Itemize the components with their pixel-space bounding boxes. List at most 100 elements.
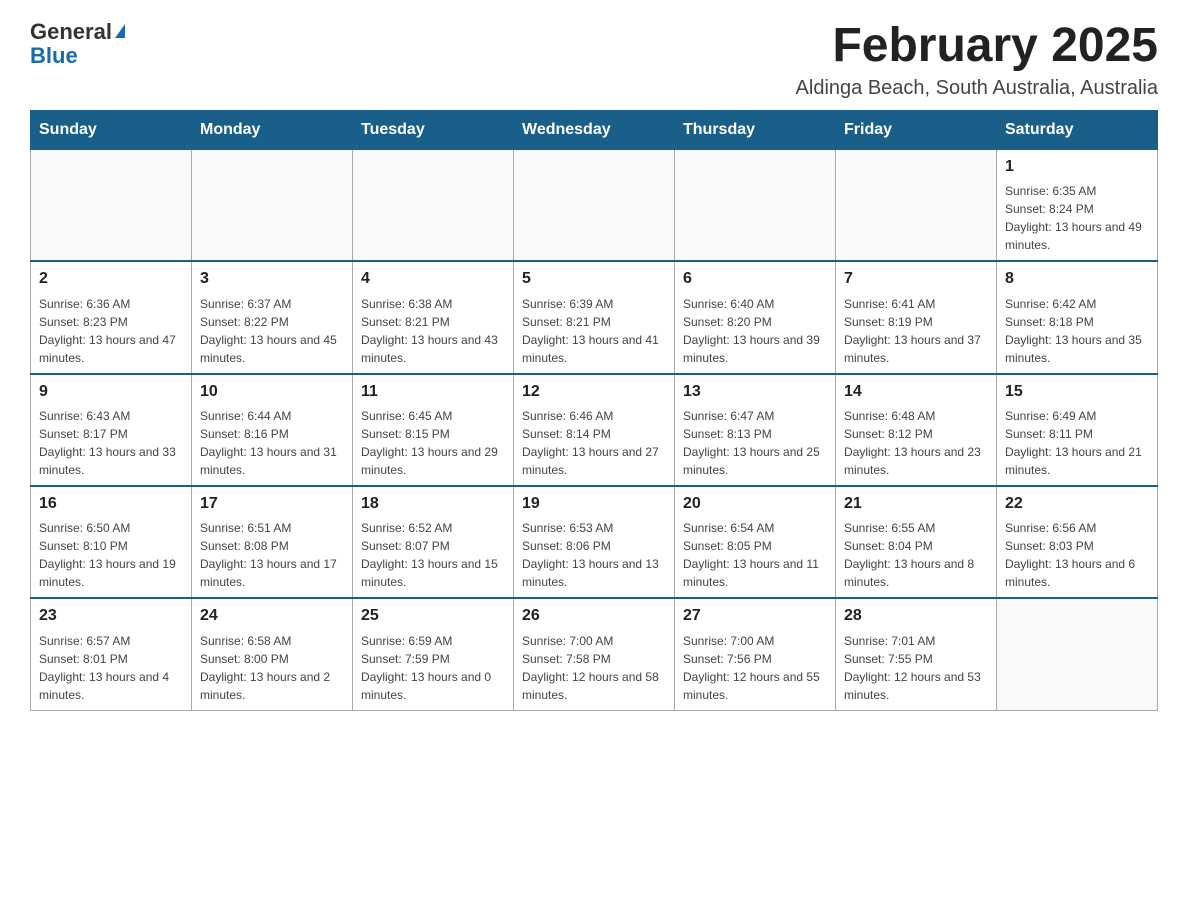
table-row: 16Sunrise: 6:50 AM Sunset: 8:10 PM Dayli…: [31, 486, 192, 598]
day-number: 23: [39, 605, 183, 627]
day-info: Sunrise: 6:57 AM Sunset: 8:01 PM Dayligh…: [39, 632, 183, 704]
table-row: [353, 149, 514, 261]
day-number: 11: [361, 381, 505, 403]
day-number: 28: [844, 605, 988, 627]
calendar-subtitle: Aldinga Beach, South Australia, Australi…: [796, 77, 1158, 100]
table-row: [836, 149, 997, 261]
day-info: Sunrise: 6:49 AM Sunset: 8:11 PM Dayligh…: [1005, 407, 1149, 479]
page-header: General Blue February 2025 Aldinga Beach…: [30, 20, 1158, 100]
day-info: Sunrise: 6:44 AM Sunset: 8:16 PM Dayligh…: [200, 407, 344, 479]
day-info: Sunrise: 6:56 AM Sunset: 8:03 PM Dayligh…: [1005, 519, 1149, 591]
table-row: 5 Sunrise: 6:39 AM Sunset: 8:21 PM Daylig…: [514, 261, 675, 373]
day-number: 9: [39, 381, 183, 403]
table-row: 10 Sunrise: 6:44 AM Sunset: 8:16 PM Dayli…: [192, 374, 353, 486]
day-info: Sunrise: 6:42 AM Sunset: 8:18 PM Dayligh…: [1005, 295, 1149, 367]
calendar-week-row: 23 Sunrise: 6:57 AM Sunset: 8:01 PM Dayli…: [31, 598, 1158, 710]
table-row: 27Sunrise: 7:00 AM Sunset: 7:56 PM Dayli…: [675, 598, 836, 710]
day-number: 13: [683, 381, 827, 403]
table-row: 6 Sunrise: 6:40 AM Sunset: 8:20 PM Daylig…: [675, 261, 836, 373]
day-info: Sunrise: 6:58 AM Sunset: 8:00 PM Dayligh…: [200, 632, 344, 704]
day-number: 25: [361, 605, 505, 627]
calendar-title: February 2025: [796, 20, 1158, 73]
day-info: Sunrise: 6:52 AM Sunset: 8:07 PM Dayligh…: [361, 519, 505, 591]
day-number: 19: [522, 493, 666, 515]
day-info: Sunrise: 6:51 AM Sunset: 8:08 PM Dayligh…: [200, 519, 344, 591]
table-row: [997, 598, 1158, 710]
day-number: 16: [39, 493, 183, 515]
day-number: 14: [844, 381, 988, 403]
header-sunday: Sunday: [31, 110, 192, 149]
table-row: 1 Sunrise: 6:35 AM Sunset: 8:24 PM Daylig…: [997, 149, 1158, 261]
day-number: 12: [522, 381, 666, 403]
table-row: 19 Sunrise: 6:53 AM Sunset: 8:06 PM Dayli…: [514, 486, 675, 598]
header-tuesday: Tuesday: [353, 110, 514, 149]
day-info: Sunrise: 7:00 AM Sunset: 7:56 PM Dayligh…: [683, 632, 827, 704]
day-info: Sunrise: 6:53 AM Sunset: 8:06 PM Dayligh…: [522, 519, 666, 591]
day-info: Sunrise: 6:36 AM Sunset: 8:23 PM Dayligh…: [39, 295, 183, 367]
day-number: 3: [200, 268, 344, 290]
table-row: 26 Sunrise: 7:00 AM Sunset: 7:58 PM Dayli…: [514, 598, 675, 710]
day-number: 8: [1005, 268, 1149, 290]
day-info: Sunrise: 6:39 AM Sunset: 8:21 PM Dayligh…: [522, 295, 666, 367]
header-friday: Friday: [836, 110, 997, 149]
day-info: Sunrise: 6:37 AM Sunset: 8:22 PM Dayligh…: [200, 295, 344, 367]
day-info: Sunrise: 6:38 AM Sunset: 8:21 PM Dayligh…: [361, 295, 505, 367]
table-row: 4Sunrise: 6:38 AM Sunset: 8:21 PM Daylig…: [353, 261, 514, 373]
day-info: Sunrise: 6:55 AM Sunset: 8:04 PM Dayligh…: [844, 519, 988, 591]
calendar-header-row: Sunday Monday Tuesday Wednesday Thursday…: [31, 110, 1158, 149]
header-saturday: Saturday: [997, 110, 1158, 149]
day-number: 24: [200, 605, 344, 627]
table-row: 13 Sunrise: 6:47 AM Sunset: 8:13 PM Dayli…: [675, 374, 836, 486]
table-row: 12 Sunrise: 6:46 AM Sunset: 8:14 PM Dayli…: [514, 374, 675, 486]
table-row: 25Sunrise: 6:59 AM Sunset: 7:59 PM Dayli…: [353, 598, 514, 710]
table-row: 24 Sunrise: 6:58 AM Sunset: 8:00 PM Dayli…: [192, 598, 353, 710]
day-number: 20: [683, 493, 827, 515]
table-row: 18Sunrise: 6:52 AM Sunset: 8:07 PM Dayli…: [353, 486, 514, 598]
day-number: 21: [844, 493, 988, 515]
table-row: 23 Sunrise: 6:57 AM Sunset: 8:01 PM Dayli…: [31, 598, 192, 710]
table-row: 14 Sunrise: 6:48 AM Sunset: 8:12 PM Dayli…: [836, 374, 997, 486]
table-row: [675, 149, 836, 261]
day-number: 15: [1005, 381, 1149, 403]
calendar-week-row: 1 Sunrise: 6:35 AM Sunset: 8:24 PM Daylig…: [31, 149, 1158, 261]
header-wednesday: Wednesday: [514, 110, 675, 149]
calendar-table: Sunday Monday Tuesday Wednesday Thursday…: [30, 110, 1158, 711]
day-info: Sunrise: 6:48 AM Sunset: 8:12 PM Dayligh…: [844, 407, 988, 479]
table-row: 22Sunrise: 6:56 AM Sunset: 8:03 PM Dayli…: [997, 486, 1158, 598]
logo-general-text: General: [30, 19, 112, 44]
calendar-week-row: 9 Sunrise: 6:43 AM Sunset: 8:17 PM Daylig…: [31, 374, 1158, 486]
logo-blue-text: Blue: [30, 44, 125, 68]
logo: General Blue: [30, 20, 125, 68]
header-monday: Monday: [192, 110, 353, 149]
table-row: 3 Sunrise: 6:37 AM Sunset: 8:22 PM Daylig…: [192, 261, 353, 373]
day-info: Sunrise: 6:46 AM Sunset: 8:14 PM Dayligh…: [522, 407, 666, 479]
table-row: 15 Sunrise: 6:49 AM Sunset: 8:11 PM Dayli…: [997, 374, 1158, 486]
day-number: 7: [844, 268, 988, 290]
day-number: 10: [200, 381, 344, 403]
day-number: 5: [522, 268, 666, 290]
day-info: Sunrise: 6:40 AM Sunset: 8:20 PM Dayligh…: [683, 295, 827, 367]
day-info: Sunrise: 6:35 AM Sunset: 8:24 PM Dayligh…: [1005, 182, 1149, 254]
day-number: 1: [1005, 156, 1149, 178]
table-row: 8 Sunrise: 6:42 AM Sunset: 8:18 PM Daylig…: [997, 261, 1158, 373]
table-row: [514, 149, 675, 261]
day-number: 17: [200, 493, 344, 515]
day-info: Sunrise: 7:01 AM Sunset: 7:55 PM Dayligh…: [844, 632, 988, 704]
table-row: 11Sunrise: 6:45 AM Sunset: 8:15 PM Dayli…: [353, 374, 514, 486]
table-row: 2 Sunrise: 6:36 AM Sunset: 8:23 PM Daylig…: [31, 261, 192, 373]
table-row: 20 Sunrise: 6:54 AM Sunset: 8:05 PM Dayli…: [675, 486, 836, 598]
table-row: 7Sunrise: 6:41 AM Sunset: 8:19 PM Daylig…: [836, 261, 997, 373]
logo-triangle-icon: [115, 24, 125, 38]
day-info: Sunrise: 6:47 AM Sunset: 8:13 PM Dayligh…: [683, 407, 827, 479]
title-section: February 2025 Aldinga Beach, South Austr…: [796, 20, 1158, 100]
table-row: [31, 149, 192, 261]
day-number: 26: [522, 605, 666, 627]
day-info: Sunrise: 6:43 AM Sunset: 8:17 PM Dayligh…: [39, 407, 183, 479]
table-row: [192, 149, 353, 261]
day-info: Sunrise: 6:54 AM Sunset: 8:05 PM Dayligh…: [683, 519, 827, 591]
header-thursday: Thursday: [675, 110, 836, 149]
day-number: 6: [683, 268, 827, 290]
calendar-week-row: 16Sunrise: 6:50 AM Sunset: 8:10 PM Dayli…: [31, 486, 1158, 598]
day-number: 2: [39, 268, 183, 290]
day-info: Sunrise: 7:00 AM Sunset: 7:58 PM Dayligh…: [522, 632, 666, 704]
